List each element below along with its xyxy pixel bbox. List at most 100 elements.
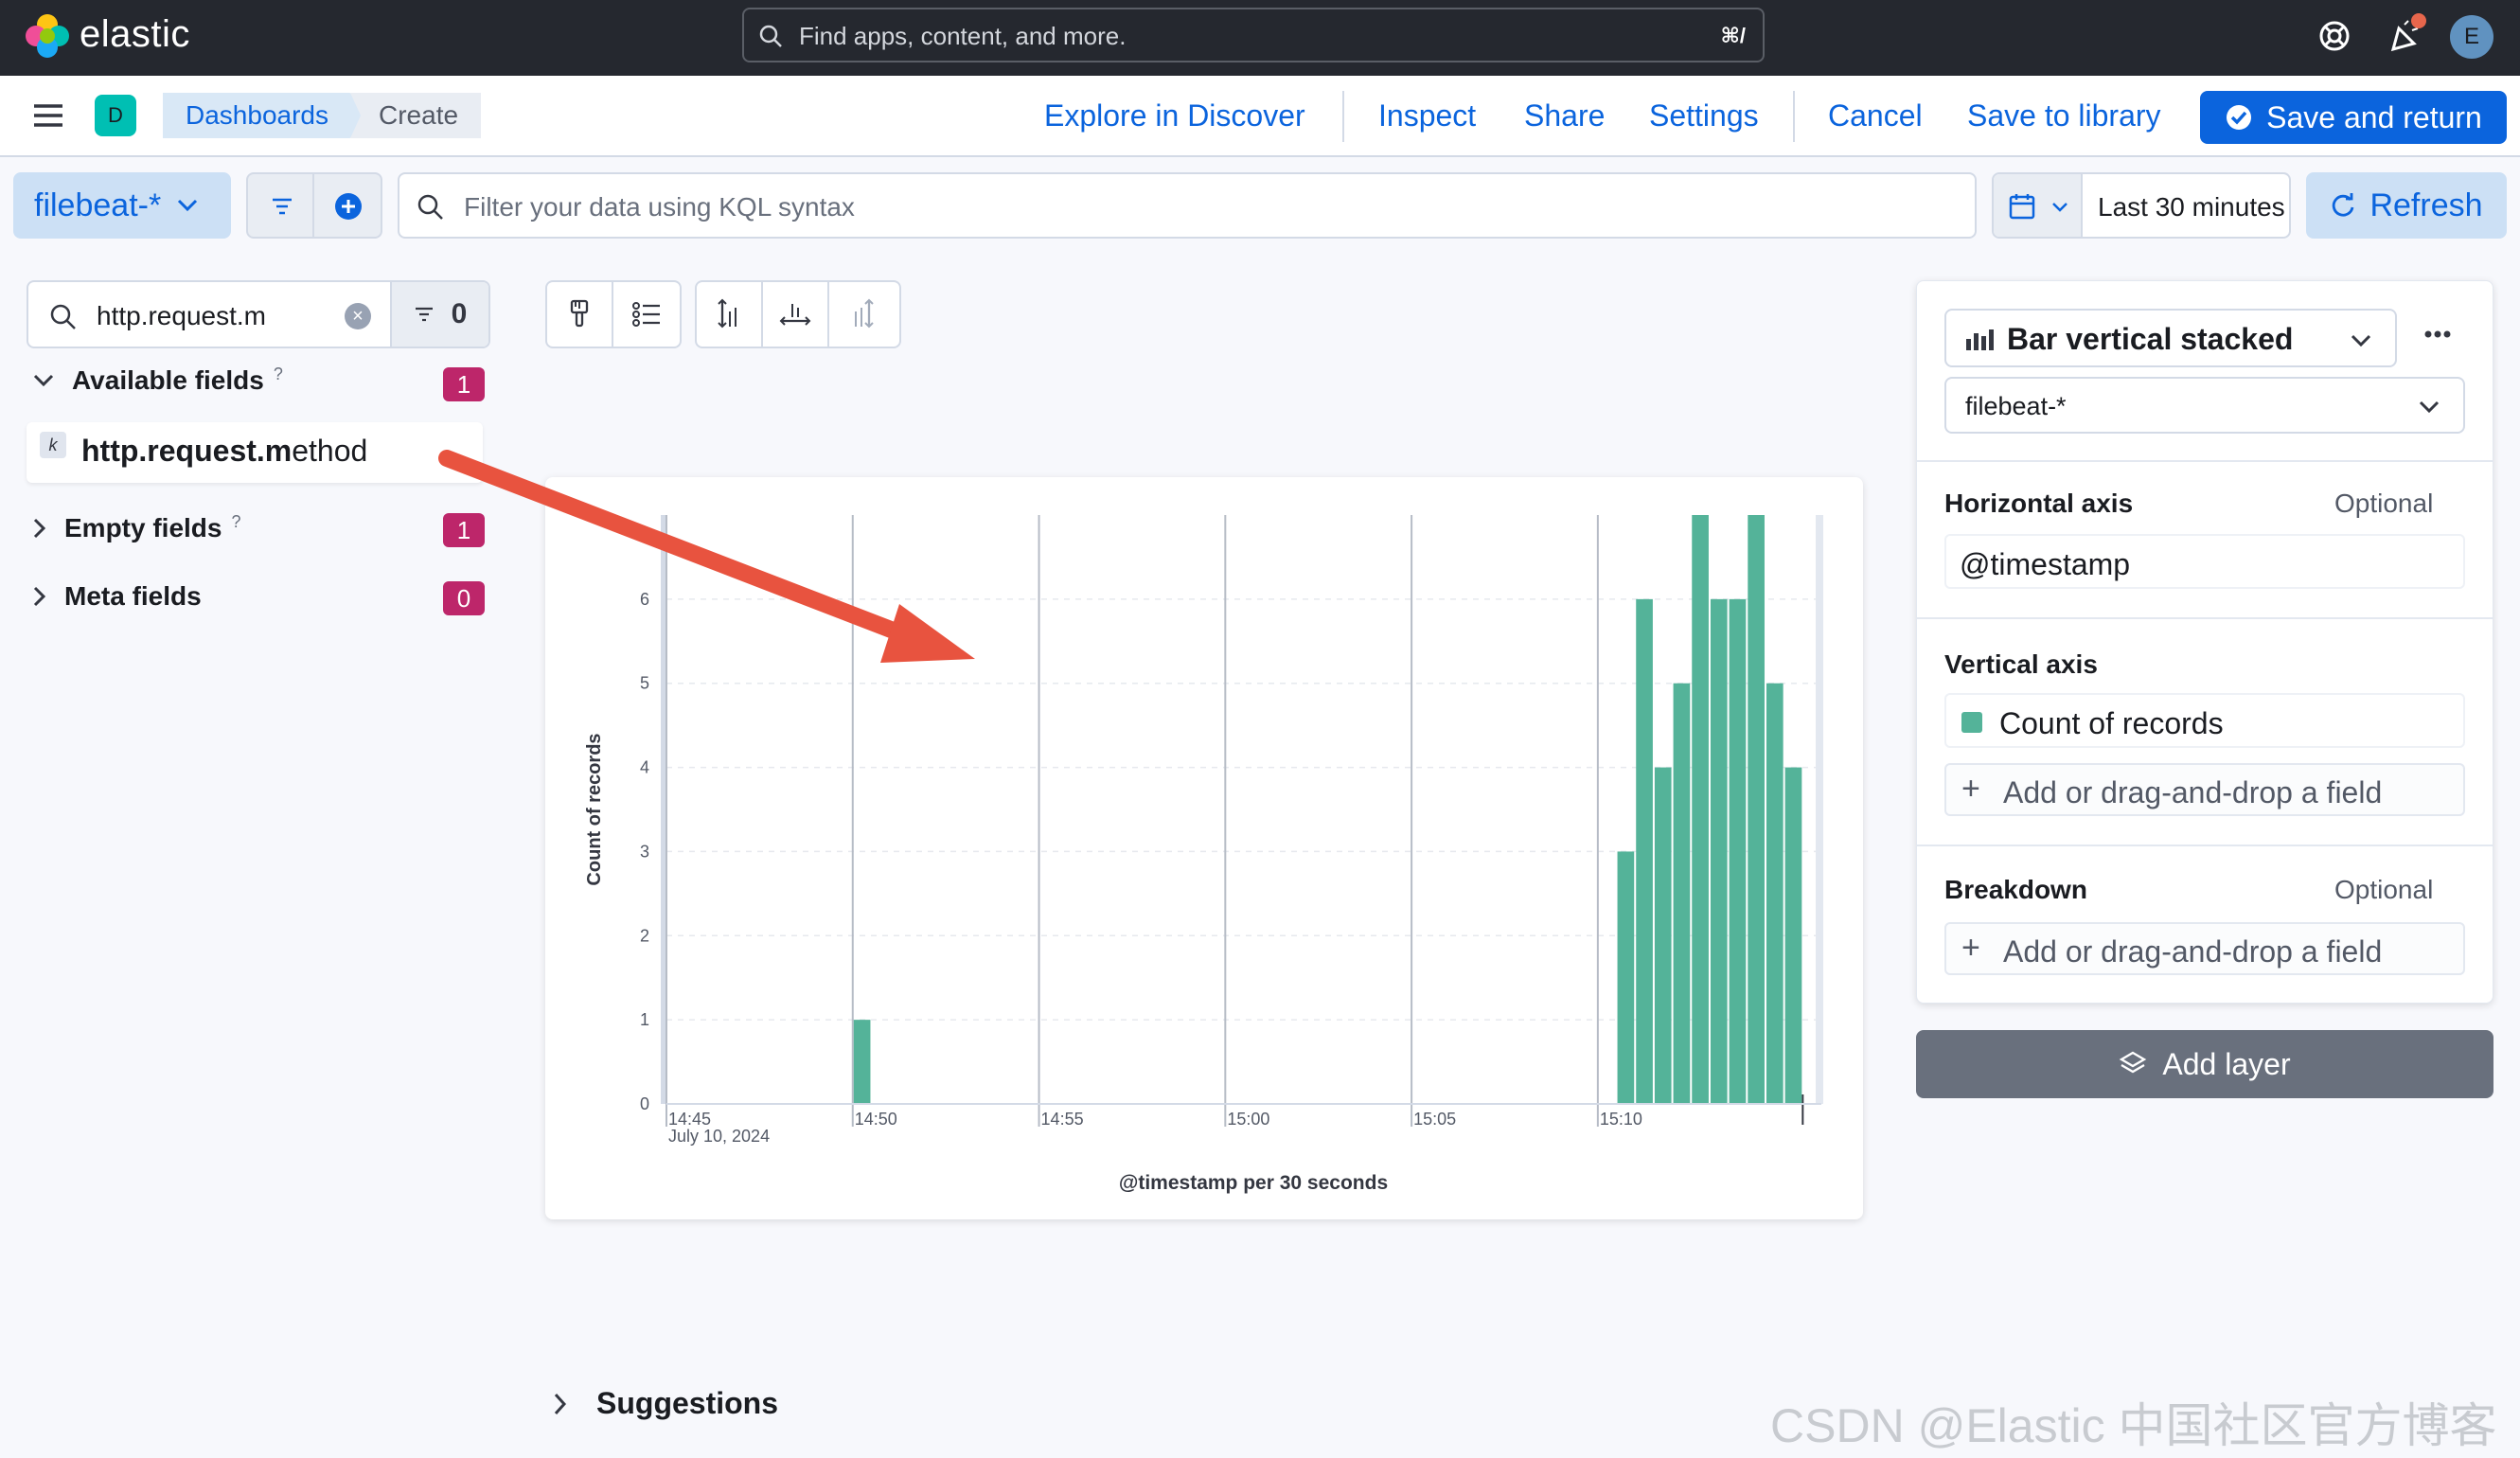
toolbar-group-axes [695, 280, 901, 348]
breadcrumb-create: Create [350, 93, 482, 138]
field-search-input[interactable]: http.request.m × 0 [27, 280, 490, 348]
available-fields-count: 1 [443, 367, 485, 401]
explore-in-discover-link[interactable]: Explore in Discover [1044, 98, 1305, 133]
divider [312, 174, 314, 237]
visualization-type-select[interactable]: Bar vertical stacked [1944, 309, 2397, 367]
x-tick-label: 14:45 [668, 1110, 711, 1129]
x-tick-label: 15:00 [1227, 1110, 1269, 1129]
notification-dot [2411, 13, 2426, 28]
menu-icon[interactable] [32, 102, 64, 129]
chevron-down-icon [33, 374, 54, 387]
meta-fields-label: Meta fields [64, 581, 202, 611]
series-color-swatch[interactable] [1961, 712, 1982, 733]
vertical-axis-dimension[interactable]: Count of records [1944, 693, 2465, 748]
breakdown-add-label: Add or drag-and-drop a field [2003, 934, 2383, 969]
watermark: CSDN @Elastic 中国社区官方博客 [1770, 1399, 2497, 1452]
divider [1342, 91, 1344, 142]
add-layer-button[interactable]: Add layer [1916, 1030, 2493, 1098]
available-fields-label: Available fields [72, 365, 264, 395]
global-search-input[interactable]: Find apps, content, and more. ⌘/ [742, 8, 1765, 62]
chevron-down-icon [2351, 334, 2371, 347]
bar [1654, 767, 1672, 1104]
horizontal-axis-value: @timestamp [1960, 547, 2131, 581]
chevron-right-icon [554, 1393, 567, 1414]
y-tick-label: 4 [640, 758, 649, 777]
bar [1766, 683, 1784, 1104]
divider [1916, 845, 2493, 846]
vertical-axis-value: Count of records [1999, 706, 2224, 740]
bar [1617, 851, 1635, 1104]
calendar-icon [2009, 194, 2035, 220]
check-circle-icon [2227, 105, 2252, 130]
plus-icon: + [1961, 771, 1980, 807]
save-to-library-button[interactable]: Save to library [1967, 98, 2161, 133]
available-fields-toggle[interactable]: Available fields ? [32, 364, 283, 396]
inspect-link[interactable]: Inspect [1378, 98, 1476, 133]
divider [1916, 460, 2493, 462]
filter-count: 0 [451, 298, 468, 329]
divider [1916, 617, 2493, 619]
horizontal-axis-optional: Optional [2334, 489, 2434, 518]
layer-data-view-select[interactable]: filebeat-* [1944, 377, 2465, 434]
cancel-button[interactable]: Cancel [1828, 98, 1923, 133]
info-icon[interactable]: ? [231, 512, 240, 532]
left-axis-button[interactable] [697, 282, 763, 347]
visual-options-button[interactable] [547, 282, 613, 347]
bar [1673, 683, 1691, 1104]
time-picker[interactable]: Last 30 minutes [1992, 172, 2291, 239]
space-badge[interactable]: D [95, 95, 136, 136]
settings-link[interactable]: Settings [1649, 98, 1759, 133]
share-link[interactable]: Share [1524, 98, 1605, 133]
save-and-return-button[interactable]: Save and return [2200, 91, 2507, 144]
annotation-arrow [438, 450, 975, 663]
chevron-down-icon [2052, 203, 2067, 212]
refresh-button[interactable]: Refresh [2306, 172, 2507, 239]
layer-data-view-label: filebeat-* [1965, 392, 2067, 420]
bar [1748, 515, 1765, 1104]
vertical-axis-title: Vertical axis [1944, 649, 2098, 679]
data-view-picker[interactable]: filebeat-* [13, 172, 231, 239]
plot-edge [1816, 515, 1823, 1104]
layer-actions-icon[interactable] [2423, 328, 2452, 341]
plus-icon: + [1961, 930, 1980, 966]
add-layer-label: Add layer [2162, 1046, 2291, 1081]
bar [1692, 515, 1709, 1104]
kql-query-input[interactable]: Filter your data using KQL syntax [398, 172, 1977, 239]
divider [1793, 91, 1795, 142]
chevron-down-icon [2419, 400, 2440, 414]
meta-fields-toggle[interactable]: Meta fields [32, 581, 202, 612]
add-filter-icon[interactable] [333, 191, 364, 222]
elastic-logo-icon[interactable] [25, 13, 70, 59]
vertical-axis-add-field[interactable]: + Add or drag-and-drop a field [1944, 763, 2465, 816]
field-type-filter[interactable]: 0 [390, 282, 488, 347]
help-icon[interactable] [2317, 19, 2351, 53]
visualization-type-label: Bar vertical stacked [2007, 322, 2294, 356]
horizontal-axis-dimension[interactable]: @timestamp [1944, 534, 2465, 589]
app-name[interactable]: elastic [80, 13, 190, 56]
refresh-icon [2333, 193, 2354, 217]
legend-button[interactable] [613, 282, 680, 347]
quick-menu-button[interactable] [1994, 174, 2083, 237]
user-avatar[interactable]: E [2450, 15, 2493, 59]
chevron-down-icon [178, 199, 198, 212]
x-axis-title: @timestamp per 30 seconds [1119, 1172, 1388, 1194]
field-item-http-request-method[interactable]: k http.request.method [27, 422, 483, 483]
suggestions-toggle[interactable]: Suggestions [553, 1386, 778, 1421]
empty-fields-toggle[interactable]: Empty fields ? [32, 512, 241, 543]
breakdown-add-field[interactable]: + Add or drag-and-drop a field [1944, 922, 2465, 975]
field-name-match: http.request.m [81, 434, 293, 468]
field-name-rest: ethod [292, 434, 368, 468]
x-tick-label: 15:10 [1600, 1110, 1642, 1129]
clear-search-icon[interactable]: × [345, 303, 371, 329]
bar [1636, 598, 1653, 1104]
chevron-right-icon [33, 586, 46, 607]
filter-icon[interactable] [269, 197, 295, 216]
kql-placeholder: Filter your data using KQL syntax [464, 192, 855, 222]
y-tick-label: 0 [640, 1094, 649, 1113]
bottom-axis-button[interactable] [763, 282, 829, 347]
y-axis-title: Count of records [584, 733, 605, 885]
x-tick-label: 15:05 [1413, 1110, 1456, 1129]
axis-bottom-icon [779, 304, 811, 326]
breadcrumb-dashboards[interactable]: Dashboards [163, 93, 366, 138]
info-icon[interactable]: ? [274, 364, 283, 384]
